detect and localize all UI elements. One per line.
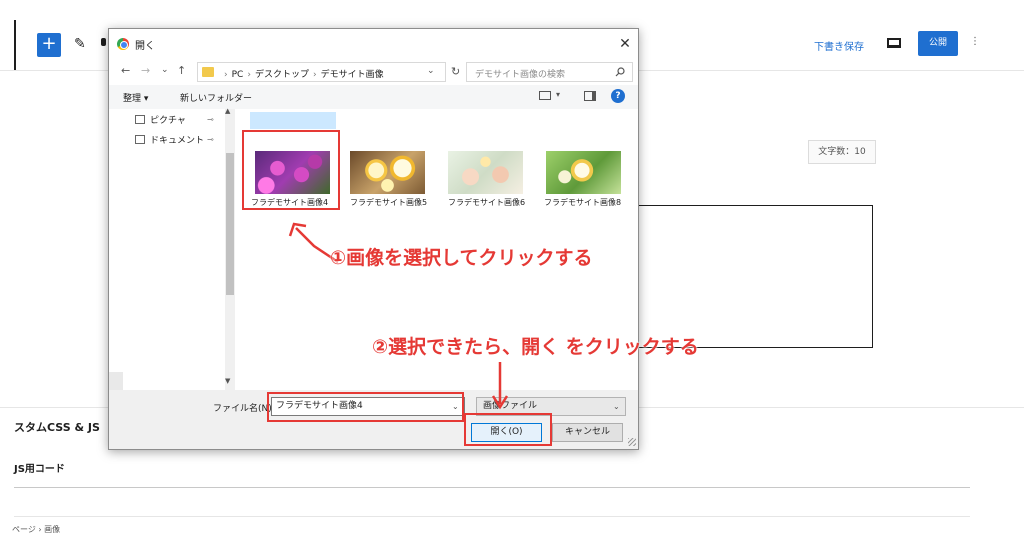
sidebar-item-label: ドキュメント (150, 136, 205, 146)
character-count: 文字数：10 (808, 140, 876, 164)
search-icon (615, 67, 625, 77)
file-name-label[interactable]: フラデモサイト画像5 (350, 197, 427, 208)
file-thumbnail[interactable] (546, 151, 621, 194)
path-segment[interactable]: デモサイト画像 (321, 70, 384, 80)
highlight-open-button (464, 413, 552, 446)
file-name-field-label: ファイル名(N): (213, 404, 275, 414)
chevron-down-icon[interactable]: ⌄ (613, 402, 620, 411)
recent-locations-icon[interactable]: ⌄ (161, 65, 169, 75)
screen: + ✎ 下書き保存 公開 ⋮ 文字数：10 スタムCSS & JS JS用コード… (0, 0, 1024, 538)
help-icon[interactable]: ? (611, 89, 625, 103)
new-folder-button[interactable]: 新しいフォルダー (180, 91, 252, 104)
publish-button[interactable]: 公開 (918, 31, 958, 56)
address-path: › PC › デスクトップ › デモサイト画像 (224, 70, 384, 80)
annotation-step-2: ②選択できたら、開く をクリックする (372, 336, 699, 358)
pin-icon: ⊸ (207, 115, 214, 124)
editor-divider (14, 487, 970, 488)
sidebar-item-label: ピクチャ (150, 116, 186, 126)
folder-icon (202, 67, 214, 77)
more-options-icon[interactable]: ⋮ (970, 36, 980, 47)
pencil-icon[interactable]: ✎ (74, 36, 86, 52)
highlight-file-name (267, 392, 464, 422)
pictures-icon (135, 115, 145, 124)
path-segment[interactable]: デスクトップ (255, 70, 309, 80)
search-input[interactable]: デモサイト画像の検索 (475, 67, 565, 80)
save-draft-button[interactable]: 下書き保存 (814, 38, 864, 53)
navigation-pane: ピクチャ ⊸ ドキュメント ⊸ (109, 109, 239, 390)
chevron-down-icon[interactable]: ⌄ (427, 66, 435, 76)
file-thumbnail[interactable] (350, 151, 425, 194)
undo-icon[interactable] (101, 38, 106, 46)
documents-icon (135, 135, 145, 144)
scrollbar-thumb[interactable] (226, 153, 234, 295)
view-options-icon[interactable] (539, 91, 551, 100)
scroll-down-icon[interactable]: ▼ (225, 377, 230, 385)
refresh-icon[interactable]: ↻ (451, 65, 460, 78)
sidebar-item-pictures[interactable]: ピクチャ (135, 113, 186, 129)
chevron-down-icon[interactable]: ▾ (556, 90, 560, 99)
dialog-title: 開く (135, 41, 155, 52)
resize-grip-icon[interactable] (628, 438, 636, 446)
breadcrumb: ページ › 画像 (12, 525, 61, 534)
folder-selection-highlight (250, 112, 336, 129)
forward-arrow-icon[interactable]: → (141, 64, 150, 77)
file-name-label[interactable]: フラデモサイト画像8 (544, 197, 621, 208)
annotation-step-1: ①画像を選択してクリックする (330, 247, 593, 269)
back-arrow-icon[interactable]: ← (121, 64, 130, 77)
search-box[interactable]: デモサイト画像の検索 (466, 62, 633, 82)
editor-border (14, 20, 16, 70)
scrollbar-corner (109, 372, 123, 390)
path-segment[interactable]: PC (232, 70, 244, 80)
address-bar[interactable]: › PC › デスクトップ › デモサイト画像 ⌄ (197, 62, 446, 82)
cancel-button[interactable]: キャンセル (552, 423, 623, 442)
organize-menu[interactable]: 整理 ▾ (123, 91, 148, 104)
sidebar-item-documents[interactable]: ドキュメント (135, 133, 204, 149)
close-icon[interactable]: ✕ (614, 33, 636, 55)
sidebar-scrollbar[interactable]: ▲ ▼ (225, 107, 235, 390)
preview-icon[interactable] (887, 38, 901, 48)
editor-divider (14, 516, 970, 517)
highlight-selected-file (242, 130, 340, 210)
command-bar: 整理 ▾ 新しいフォルダー ▾ ? (109, 85, 638, 109)
add-block-button[interactable]: + (37, 33, 61, 57)
custom-css-js-panel[interactable]: スタムCSS & JS (14, 419, 100, 435)
up-arrow-icon[interactable]: ↑ (177, 64, 186, 77)
navigation-bar: ← → ⌄ ↑ › PC › デスクトップ › デモサイト画像 ⌄ ↻ デモサイト画像の検… (109, 59, 638, 85)
scroll-up-icon[interactable]: ▲ (225, 107, 230, 115)
preview-pane-icon[interactable] (584, 91, 596, 101)
file-name-label[interactable]: フラデモサイト画像6 (448, 197, 525, 208)
dialog-title-bar[interactable]: 開く ✕ (109, 29, 638, 59)
pin-icon: ⊸ (207, 135, 214, 144)
file-thumbnail[interactable] (448, 151, 523, 194)
chrome-icon (117, 38, 129, 50)
js-code-label: JS用コード (14, 464, 65, 475)
open-file-dialog: 開く ✕ ← → ⌄ ↑ › PC › デスクトップ › デモサイト画像 ⌄ ↻ デモサイ… (108, 28, 639, 450)
content-block[interactable] (630, 205, 873, 348)
